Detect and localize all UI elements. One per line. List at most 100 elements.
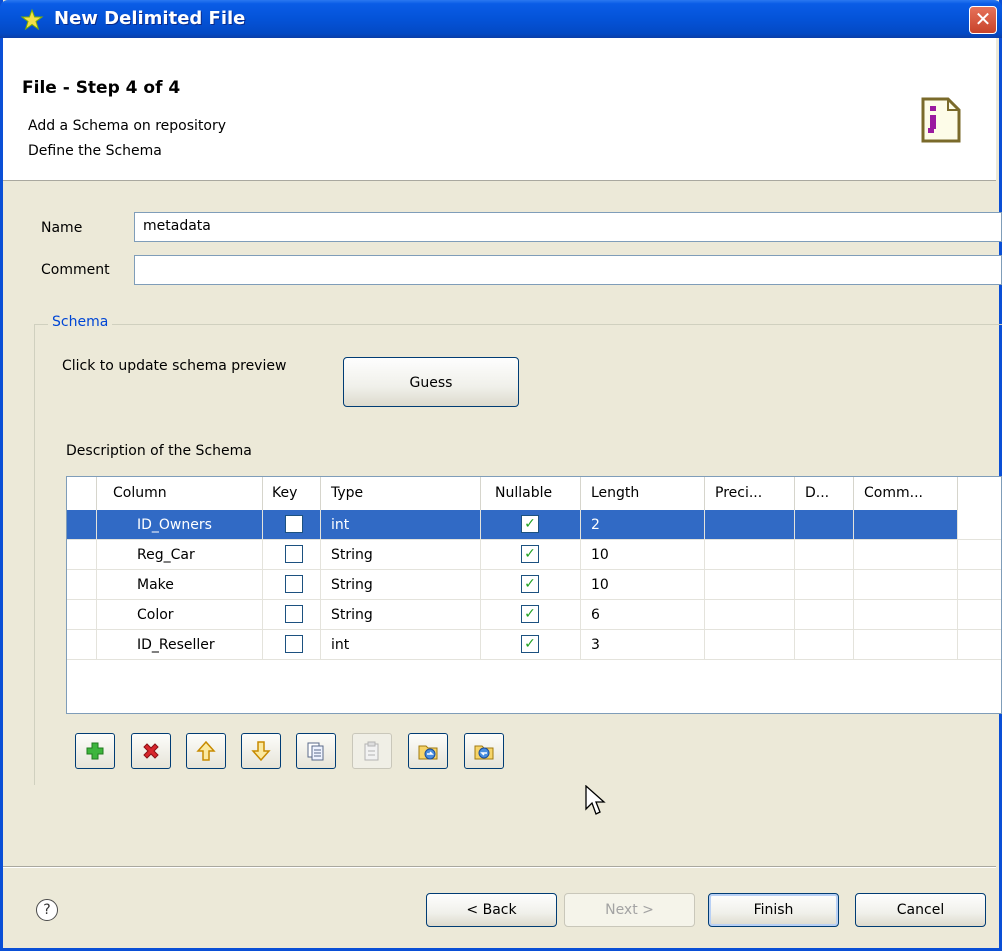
window-title: New Delimited File: [54, 8, 246, 29]
export-button[interactable]: [464, 733, 504, 769]
table-row[interactable]: Color String ✓ 6: [67, 600, 1001, 630]
key-checkbox[interactable]: [285, 575, 303, 593]
key-checkbox[interactable]: [285, 635, 303, 653]
close-icon: ✕: [974, 7, 992, 31]
cell-key[interactable]: [263, 600, 321, 630]
cell-precision[interactable]: [705, 570, 795, 600]
header-length[interactable]: Length: [581, 477, 705, 510]
header-nullable[interactable]: Nullable: [481, 477, 581, 510]
cell-precision[interactable]: [705, 510, 795, 540]
cell-type[interactable]: int: [321, 630, 481, 660]
key-checkbox[interactable]: [285, 515, 303, 533]
nullable-checkbox[interactable]: ✓: [521, 545, 539, 563]
cell-column[interactable]: Color: [97, 600, 263, 630]
add-icon: [86, 742, 104, 760]
back-button[interactable]: < Back: [426, 893, 557, 927]
cell-default[interactable]: [795, 630, 854, 660]
cell-length[interactable]: 2: [581, 510, 705, 540]
cell-nullable[interactable]: ✓: [481, 570, 581, 600]
cell-comment[interactable]: [854, 630, 958, 660]
back-button-label: < Back: [466, 902, 517, 918]
cell-column[interactable]: Reg_Car: [97, 540, 263, 570]
cell-gutter: [67, 600, 97, 630]
cell-key[interactable]: [263, 540, 321, 570]
cell-nullable[interactable]: ✓: [481, 600, 581, 630]
cell-column[interactable]: Make: [97, 570, 263, 600]
cell-default[interactable]: [795, 540, 854, 570]
nullable-checkbox[interactable]: ✓: [521, 605, 539, 623]
table-row[interactable]: Reg_Car String ✓ 10: [67, 540, 1001, 570]
cell-comment[interactable]: [854, 570, 958, 600]
cell-nullable[interactable]: ✓: [481, 540, 581, 570]
step-description-2: Define the Schema: [28, 143, 162, 159]
nullable-checkbox[interactable]: ✓: [521, 575, 539, 593]
schema-description-label: Description of the Schema: [66, 443, 252, 459]
schema-group-label: Schema: [48, 314, 113, 330]
header-comment[interactable]: Comm...: [854, 477, 958, 510]
close-button[interactable]: ✕: [969, 6, 997, 34]
cell-key[interactable]: [263, 630, 321, 660]
paste-button: [352, 733, 392, 769]
import-icon: [418, 745, 438, 760]
copy-button[interactable]: [296, 733, 336, 769]
cell-type[interactable]: String: [321, 540, 481, 570]
cell-length[interactable]: 10: [581, 540, 705, 570]
cell-precision[interactable]: [705, 630, 795, 660]
cell-column[interactable]: ID_Reseller: [97, 630, 263, 660]
delete-row-button[interactable]: [131, 733, 171, 769]
schema-table[interactable]: Column Key Type Nullable Length Preci...…: [66, 476, 1002, 714]
header-default[interactable]: D...: [795, 477, 854, 510]
import-button[interactable]: [408, 733, 448, 769]
comment-label: Comment: [41, 262, 110, 278]
table-row[interactable]: ID_Reseller int ✓ 3: [67, 630, 1001, 660]
header-type[interactable]: Type: [321, 477, 481, 510]
title-bar[interactable]: New Delimited File ✕: [0, 0, 1002, 38]
nullable-checkbox[interactable]: ✓: [521, 515, 539, 533]
header-key[interactable]: Key: [263, 477, 321, 510]
cell-column[interactable]: ID_Owners: [97, 510, 263, 540]
delete-icon: [143, 743, 159, 759]
move-up-button[interactable]: [186, 733, 226, 769]
header-column[interactable]: Column: [97, 477, 263, 510]
copy-icon: [307, 742, 324, 761]
cell-default[interactable]: [795, 510, 854, 540]
key-checkbox[interactable]: [285, 605, 303, 623]
finish-button-label: Finish: [753, 902, 794, 918]
cell-default[interactable]: [795, 570, 854, 600]
cell-type[interactable]: String: [321, 600, 481, 630]
cell-length[interactable]: 3: [581, 630, 705, 660]
finish-button[interactable]: Finish: [708, 893, 839, 927]
cell-length[interactable]: 10: [581, 570, 705, 600]
key-checkbox[interactable]: [285, 545, 303, 563]
cell-comment[interactable]: [854, 540, 958, 570]
cell-precision[interactable]: [705, 540, 795, 570]
cell-filler: [958, 510, 1001, 540]
cell-key[interactable]: [263, 510, 321, 540]
name-field[interactable]: metadata: [134, 212, 1002, 242]
cell-default[interactable]: [795, 600, 854, 630]
table-row[interactable]: ID_Owners int ✓ 2: [67, 510, 1001, 540]
cell-type[interactable]: String: [321, 570, 481, 600]
cell-key[interactable]: [263, 570, 321, 600]
cell-nullable[interactable]: ✓: [481, 630, 581, 660]
mouse-cursor-icon: [585, 785, 606, 815]
cell-type[interactable]: int: [321, 510, 481, 540]
cancel-button[interactable]: Cancel: [855, 893, 986, 927]
cell-comment[interactable]: [854, 510, 958, 540]
nullable-checkbox[interactable]: ✓: [521, 635, 539, 653]
move-down-button[interactable]: [241, 733, 281, 769]
cell-gutter: [67, 570, 97, 600]
header-precision[interactable]: Preci...: [705, 477, 795, 510]
cell-gutter: [67, 540, 97, 570]
help-icon[interactable]: ?: [36, 899, 58, 921]
table-row[interactable]: Make String ✓ 10: [67, 570, 1001, 600]
cell-precision[interactable]: [705, 600, 795, 630]
cell-length[interactable]: 6: [581, 600, 705, 630]
cell-nullable[interactable]: ✓: [481, 510, 581, 540]
guess-button[interactable]: Guess: [343, 357, 519, 407]
preview-label: Click to update schema preview: [62, 358, 287, 374]
cell-comment[interactable]: [854, 600, 958, 630]
comment-field[interactable]: [134, 255, 1002, 285]
add-row-button[interactable]: [75, 733, 115, 769]
cell-gutter: [67, 630, 97, 660]
